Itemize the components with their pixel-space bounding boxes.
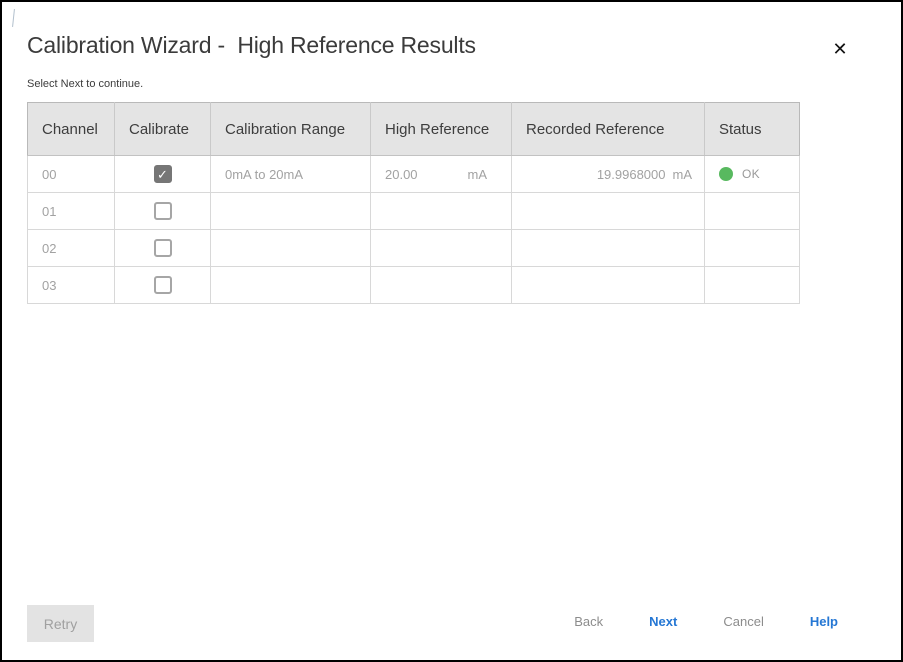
status-cell (705, 267, 800, 304)
table-row-channel-02: 02 (28, 230, 800, 267)
wizard-navigation: Back Next Cancel Help (574, 614, 838, 629)
column-header-calibrate: Calibrate (115, 103, 211, 156)
column-header-status: Status (705, 103, 800, 156)
calibrate-checkbox-01[interactable] (154, 202, 172, 220)
recorded-reference-cell (512, 267, 705, 304)
calibration-range-cell (211, 193, 371, 230)
status-cell (705, 230, 800, 267)
recorded-reference-cell (512, 230, 705, 267)
calibrate-checkbox-00[interactable]: ✓ (154, 165, 172, 183)
calibrate-checkbox-02[interactable] (154, 239, 172, 257)
close-button[interactable]: ✕ (827, 36, 853, 62)
recorded-reference-value: 19.9968000 (597, 167, 666, 182)
high-reference-cell: 20.00 mA (371, 156, 512, 193)
calibrate-cell (115, 193, 211, 230)
dialog-instruction: Select Next to continue. (27, 78, 143, 90)
high-reference-value: 20.00 (385, 167, 418, 182)
column-header-calibration-range: Calibration Range (211, 103, 371, 156)
table-row-channel-01: 01 (28, 193, 800, 230)
status-cell (705, 193, 800, 230)
calibration-range-cell: 0mA to 20mA (211, 156, 371, 193)
calibrate-cell (115, 267, 211, 304)
next-button[interactable]: Next (649, 614, 677, 629)
column-header-high-reference: High Reference (371, 103, 512, 156)
retry-button[interactable]: Retry (27, 605, 94, 642)
channel-cell: 03 (28, 267, 115, 304)
corner-artifact (12, 9, 15, 27)
help-button[interactable]: Help (810, 614, 838, 629)
column-header-channel: Channel (28, 103, 115, 156)
channel-cell: 02 (28, 230, 115, 267)
channel-cell: 00 (28, 156, 115, 193)
checkmark-icon: ✓ (157, 167, 168, 182)
calibration-range-cell (211, 230, 371, 267)
column-header-recorded-reference: Recorded Reference (512, 103, 705, 156)
calibration-range-cell (211, 267, 371, 304)
channel-cell: 01 (28, 193, 115, 230)
calibration-results-table: Channel Calibrate Calibration Range High… (27, 102, 800, 304)
recorded-reference-cell: 19.9968000 mA (512, 156, 705, 193)
recorded-reference-cell (512, 193, 705, 230)
back-button[interactable]: Back (574, 614, 603, 629)
calibrate-cell (115, 230, 211, 267)
recorded-reference-unit: mA (673, 167, 693, 182)
high-reference-cell (371, 230, 512, 267)
calibration-wizard-dialog: Calibration Wizard - High Reference Resu… (0, 0, 903, 662)
cancel-button[interactable]: Cancel (723, 614, 763, 629)
high-reference-cell (371, 193, 512, 230)
high-reference-unit: mA (468, 167, 488, 182)
table-row-channel-03: 03 (28, 267, 800, 304)
table-row-channel-00: 00 ✓ 0mA to 20mA 20.00 mA 19.9968000 mA (28, 156, 800, 193)
status-ok-icon (719, 167, 733, 181)
table-header-row: Channel Calibrate Calibration Range High… (28, 103, 800, 156)
calibrate-checkbox-03[interactable] (154, 276, 172, 294)
status-label: OK (742, 167, 760, 181)
high-reference-cell (371, 267, 512, 304)
dialog-title: Calibration Wizard - High Reference Resu… (27, 32, 476, 59)
status-cell: OK (705, 156, 800, 193)
close-icon: ✕ (832, 39, 847, 59)
calibrate-cell: ✓ (115, 156, 211, 193)
